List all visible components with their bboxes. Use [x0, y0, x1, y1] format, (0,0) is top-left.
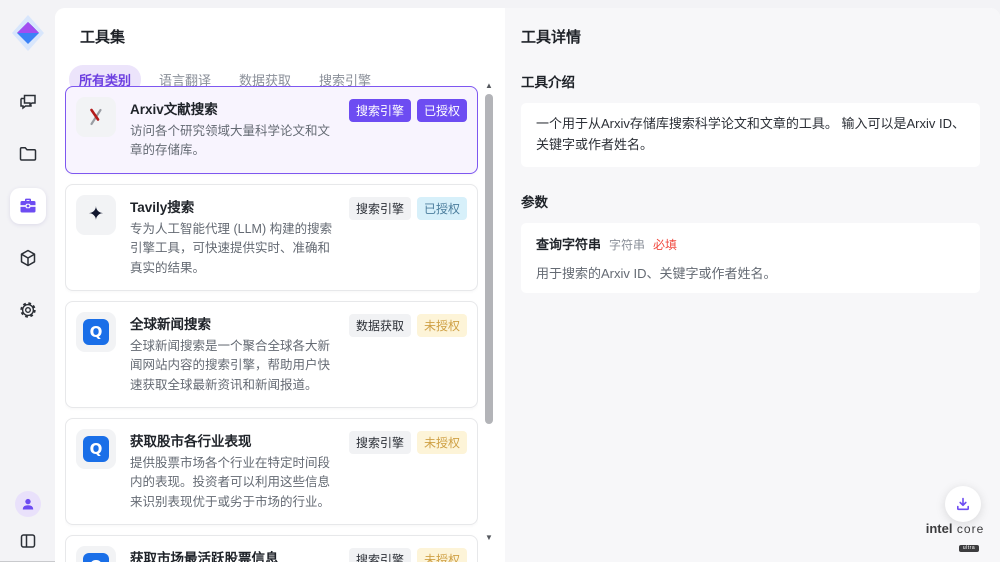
tool-badges: 搜索引擎 已授权: [349, 197, 467, 220]
scroll-down-arrow-icon[interactable]: ▼: [484, 534, 494, 542]
intel-core-logo: intel core ultra: [922, 521, 988, 553]
tool-badges: 数据获取 未授权: [349, 314, 467, 337]
global-news-icon: Q: [76, 429, 116, 469]
category-badge: 搜索引擎: [349, 197, 411, 220]
sidebar-item-chat[interactable]: [10, 84, 46, 120]
content-area: 工具集 所有类别语言翻译数据获取搜索引擎 Arxiv文献搜索 访问各个研究领域大…: [55, 8, 1000, 562]
tool-badges: 搜索引擎 未授权: [349, 548, 467, 562]
category-badge: 搜索引擎: [349, 431, 411, 454]
tool-name: Tavily搜索: [130, 196, 341, 216]
global-news-icon: Q: [76, 546, 116, 562]
category-badge: 搜索引擎: [349, 99, 411, 122]
tool-name: Arxiv文献搜索: [130, 98, 341, 118]
intel-ultra-badge: ultra: [959, 545, 979, 552]
arxiv-icon: [76, 97, 116, 137]
cube-icon: [18, 248, 38, 268]
category-badge: 搜索引擎: [349, 548, 411, 562]
download-button[interactable]: [945, 486, 981, 522]
category-badge: 数据获取: [349, 314, 411, 337]
param-name: 查询字符串: [536, 234, 601, 253]
sidebar-item-settings[interactable]: [10, 292, 46, 328]
status-badge: 未授权: [417, 548, 467, 562]
tool-badges: 搜索引擎 已授权: [349, 99, 467, 122]
status-badge: 未授权: [417, 314, 467, 337]
intel-word: intel: [926, 521, 953, 536]
global-news-icon: Q: [76, 312, 116, 352]
scroll-up-arrow-icon[interactable]: ▲: [484, 82, 494, 90]
intro-text: 一个用于从Arxiv存储库搜索科学论文和文章的工具。 输入可以是Arxiv ID…: [536, 114, 965, 156]
toolbox-icon: [18, 196, 38, 216]
param-desc: 用于搜索的Arxiv ID、关键字或作者姓名。: [536, 263, 965, 282]
tool-desc: 全球新闻搜索是一个聚合全球各大新闻网站内容的搜索引擎，帮助用户快速获取全球最新资…: [130, 337, 341, 395]
detail-title: 工具详情: [521, 26, 980, 47]
intro-card: 一个用于从Arxiv存储库搜索科学论文和文章的工具。 输入可以是Arxiv ID…: [521, 103, 980, 167]
tool-desc: 专为人工智能代理 (LLM) 构建的搜索引擎工具，可快速提供实时、准确和真实的结…: [130, 220, 341, 278]
intel-core-word: core: [957, 522, 984, 536]
status-badge: 未授权: [417, 431, 467, 454]
panel-toggle-button[interactable]: [14, 527, 42, 555]
scrollbar-thumb[interactable]: [485, 94, 493, 424]
app-logo-icon: [10, 12, 46, 54]
param-card: 查询字符串 字符串 必填 用于搜索的Arxiv ID、关键字或作者姓名。: [521, 223, 980, 293]
user-avatar-icon: [21, 497, 35, 511]
page-title: 工具集: [80, 26, 505, 47]
tool-detail-panel: 工具详情 工具介绍 一个用于从Arxiv存储库搜索科学论文和文章的工具。 输入可…: [505, 8, 1000, 562]
param-required-flag: 必填: [653, 236, 677, 253]
chat-icon: [18, 92, 38, 112]
scrollbar: ▲ ▼: [484, 82, 494, 542]
tool-badges: 搜索引擎 未授权: [349, 431, 467, 454]
sidebar-nav: [10, 84, 46, 328]
tool-card-5[interactable]: Q 获取市场最活跃股票信息 提供当天交易量最高的股票列表，投资者可以利用这些信息…: [65, 535, 478, 562]
intro-heading: 工具介绍: [521, 71, 980, 91]
tool-name: 获取市场最活跃股票信息: [130, 547, 341, 562]
download-icon: [955, 496, 971, 512]
tool-desc: 访问各个研究领域大量科学论文和文章的存储库。: [130, 122, 341, 161]
user-avatar[interactable]: [15, 491, 41, 517]
sidebar-item-files[interactable]: [10, 136, 46, 172]
status-badge: 已授权: [417, 197, 467, 220]
folder-icon: [18, 144, 38, 164]
tavily-star-icon: ✦: [76, 195, 116, 235]
tool-list: Arxiv文献搜索 访问各个研究领域大量科学论文和文章的存储库。 搜索引擎 已授…: [65, 86, 478, 562]
tool-name: 获取股市各行业表现: [130, 430, 341, 450]
sidebar-item-plugins[interactable]: [10, 240, 46, 276]
panel-toggle-icon: [19, 532, 37, 550]
tool-card-3[interactable]: Q 全球新闻搜索 全球新闻搜索是一个聚合全球各大新闻网站内容的搜索引擎，帮助用户…: [65, 301, 478, 408]
tool-card-4[interactable]: Q 获取股市各行业表现 提供股票市场各个行业在特定时间段内的表现。投资者可以利用…: [65, 418, 478, 525]
tool-card-2[interactable]: ✦ Tavily搜索 专为人工智能代理 (LLM) 构建的搜索引擎工具，可快速提…: [65, 184, 478, 291]
param-header: 查询字符串 字符串 必填: [536, 234, 965, 253]
param-type: 字符串: [609, 236, 645, 253]
params-heading: 参数: [521, 191, 980, 211]
settings-icon: [18, 300, 38, 320]
status-badge: 已授权: [417, 99, 467, 122]
sidebar-item-tools[interactable]: [10, 188, 46, 224]
sidebar: [0, 0, 55, 561]
tool-name: 全球新闻搜索: [130, 313, 341, 333]
sidebar-bottom: [0, 491, 55, 555]
tool-card-1[interactable]: Arxiv文献搜索 访问各个研究领域大量科学论文和文章的存储库。 搜索引擎 已授…: [65, 86, 478, 174]
app-window: 工具集 所有类别语言翻译数据获取搜索引擎 Arxiv文献搜索 访问各个研究领域大…: [0, 0, 1000, 562]
toolset-panel: 工具集 所有类别语言翻译数据获取搜索引擎 Arxiv文献搜索 访问各个研究领域大…: [55, 8, 505, 562]
tool-desc: 提供股票市场各个行业在特定时间段内的表现。投资者可以利用这些信息来识别表现优于或…: [130, 454, 341, 512]
